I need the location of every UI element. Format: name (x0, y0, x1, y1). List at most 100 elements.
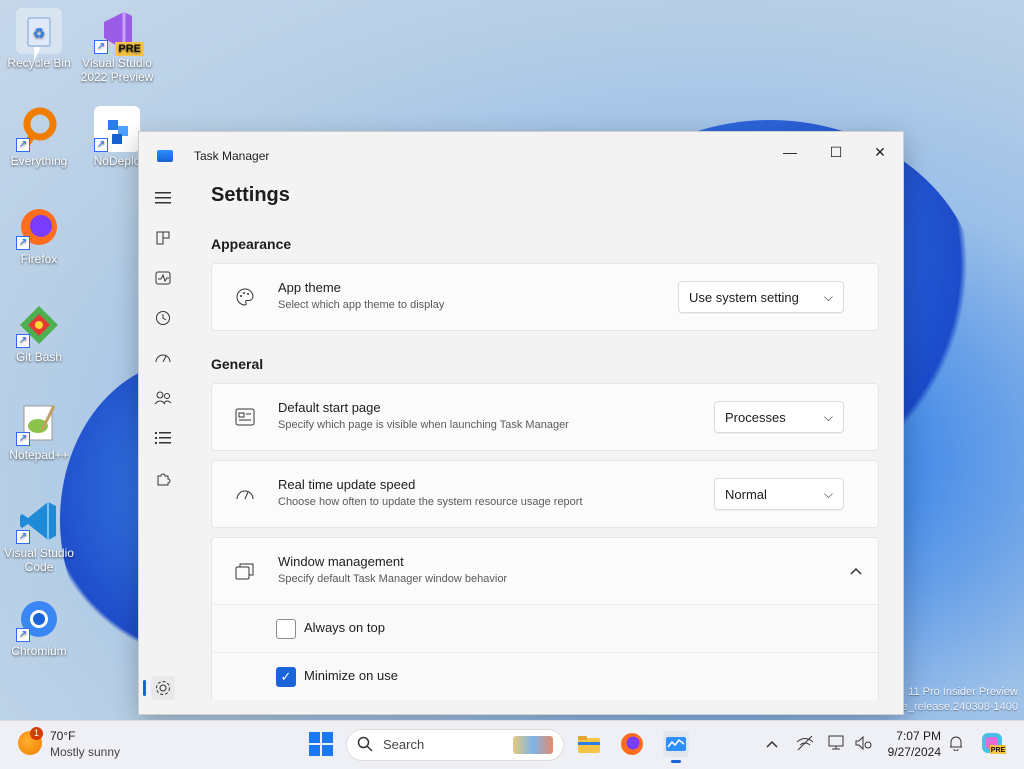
start-page-icon (234, 406, 256, 428)
chevron-down-icon: ⌵ (823, 486, 833, 501)
task-manager-icon (666, 737, 686, 751)
chevron-up-icon[interactable] (766, 735, 778, 751)
desktop-icon-chromium[interactable]: ↗ Chromium (0, 596, 78, 658)
always-on-top-row: Always on top (211, 604, 879, 652)
minimize-on-use-label: Minimize on use (304, 668, 398, 683)
minimize-on-use-checkbox[interactable]: ✓ (276, 667, 296, 687)
processes-icon[interactable] (151, 226, 175, 250)
pre-badge: PRE (115, 42, 144, 56)
gear-icon[interactable] (151, 676, 175, 700)
selected-nav-indicator (143, 680, 146, 696)
desktop-icon-label: Visual Studio 2022 Preview (80, 56, 154, 84)
taskbar-file-explorer[interactable] (576, 731, 602, 757)
update-speed-value: Normal (725, 486, 767, 502)
users-icon[interactable] (151, 386, 175, 410)
svg-text:PRE: PRE (991, 747, 1006, 754)
desktop-icon-label: Firefox (20, 252, 58, 266)
update-speed-dropdown[interactable]: Normal ⌵ (714, 478, 844, 510)
notepadpp-icon: ↗ (16, 400, 62, 446)
settings-content: Settings Appearance App theme Select whi… (211, 178, 879, 714)
shortcut-arrow-icon: ↗ (94, 138, 108, 152)
chevron-up-icon[interactable] (850, 562, 862, 578)
window-management-icon (234, 560, 256, 582)
folder-icon (578, 736, 600, 753)
active-app-indicator (671, 760, 681, 763)
desktop-icon-label: Chromium (11, 644, 67, 658)
desktop-icon-everything[interactable]: ↗ Everything (0, 106, 78, 168)
os-watermark-line2: e_release.240308-1400 (901, 701, 1018, 713)
desktop-icon-notepadpp[interactable]: ↗ Notepad++ (0, 400, 78, 462)
section-general: General (211, 356, 264, 372)
weather-condition[interactable]: Mostly sunny (50, 745, 120, 759)
shortcut-arrow-icon: ↗ (16, 530, 30, 544)
start-button[interactable] (309, 732, 333, 756)
shortcut-arrow-icon: ↗ (16, 236, 30, 250)
details-list-icon[interactable] (151, 426, 175, 450)
svg-text:♻: ♻ (33, 25, 46, 41)
app-theme-subtitle: Select which app theme to display (278, 299, 445, 311)
desktop-icon-visual-studio[interactable]: PRE ↗ Visual Studio 2022 Preview (78, 8, 156, 84)
app-theme-dropdown[interactable]: Use system setting ⌵ (678, 281, 844, 313)
default-start-page-subtitle: Specify which page is visible when launc… (278, 419, 569, 431)
copilot-icon[interactable]: PRE (980, 731, 1006, 758)
task-manager-window: Task Manager — ☐ ✕ Settings Appearance A… (138, 131, 904, 715)
weather-alert-badge: 1 (30, 727, 43, 740)
maximize-button[interactable]: ☐ (813, 138, 859, 166)
window-management-subtitle: Specify default Task Manager window beha… (278, 573, 508, 585)
task-manager-app-icon (157, 150, 173, 162)
app-theme-card: App theme Select which app theme to disp… (211, 263, 879, 331)
chevron-down-icon: ⌵ (823, 409, 833, 424)
minimize-button[interactable]: — (767, 138, 813, 166)
always-on-top-checkbox[interactable] (276, 619, 296, 639)
desktop-icon-label: Git Bash (15, 350, 63, 364)
taskbar-clock[interactable]: 7:07 PM (885, 729, 941, 743)
firefox-icon: ↗ (16, 204, 62, 250)
display-icon[interactable] (828, 735, 846, 754)
chromium-icon: ↗ (16, 596, 62, 642)
network-disconnected-icon[interactable] (796, 735, 814, 754)
desktop-icon-label: Everything (10, 154, 68, 168)
app-theme-value: Use system setting (689, 289, 799, 305)
palette-icon (234, 286, 256, 308)
navigation-sidebar (139, 178, 187, 714)
notification-bell-icon[interactable] (948, 735, 964, 754)
desktop-icon-label: Notepad++ (9, 448, 69, 462)
search-icon (357, 736, 373, 755)
title-bar[interactable]: Task Manager — ☐ ✕ (139, 132, 903, 178)
default-start-page-dropdown[interactable]: Processes ⌵ (714, 401, 844, 433)
default-start-page-value: Processes (725, 409, 786, 425)
app-theme-title: App theme (278, 280, 341, 295)
close-button[interactable]: ✕ (857, 138, 903, 166)
hamburger-icon[interactable] (151, 186, 175, 210)
history-icon[interactable] (151, 306, 175, 330)
always-on-top-label: Always on top (304, 620, 385, 635)
window-management-card[interactable]: Window management Specify default Task M… (211, 537, 879, 605)
services-puzzle-icon[interactable] (151, 466, 175, 490)
windows-logo-icon (322, 745, 333, 756)
default-start-page-card: Default start page Specify which page is… (211, 383, 879, 451)
desktop-icon-label: Visual Studio Code (4, 546, 74, 574)
taskbar-task-manager[interactable] (663, 731, 689, 763)
taskbar-date[interactable]: 9/27/2024 (885, 745, 941, 759)
search-placeholder: Search (383, 737, 425, 752)
everything-search-icon: ↗ (16, 106, 62, 152)
performance-icon[interactable] (151, 266, 175, 290)
shortcut-arrow-icon: ↗ (16, 334, 30, 348)
firefox-icon (621, 733, 643, 755)
window-management-title: Window management (278, 554, 404, 569)
taskbar-search-box[interactable]: Search (346, 729, 564, 761)
search-highlight-art-icon (513, 736, 553, 754)
page-title: Settings (211, 184, 290, 206)
volume-status-icon[interactable] (854, 735, 872, 754)
nodeploy-icon: ↗ (94, 106, 140, 152)
minimize-on-use-row: ✓ Minimize on use (211, 652, 879, 700)
mouse-cursor-icon (34, 47, 41, 61)
desktop-icon-git-bash[interactable]: ↗ Git Bash (0, 302, 78, 364)
desktop-icon-vscode[interactable]: ↗ Visual Studio Code (0, 498, 78, 574)
shortcut-arrow-icon: ↗ (16, 138, 30, 152)
desktop-icon-firefox[interactable]: ↗ Firefox (0, 204, 78, 266)
weather-temperature[interactable]: 70°F (50, 729, 75, 743)
taskbar-firefox[interactable] (619, 731, 645, 757)
startup-speedometer-icon[interactable] (151, 346, 175, 370)
shortcut-arrow-icon: ↗ (94, 40, 108, 54)
